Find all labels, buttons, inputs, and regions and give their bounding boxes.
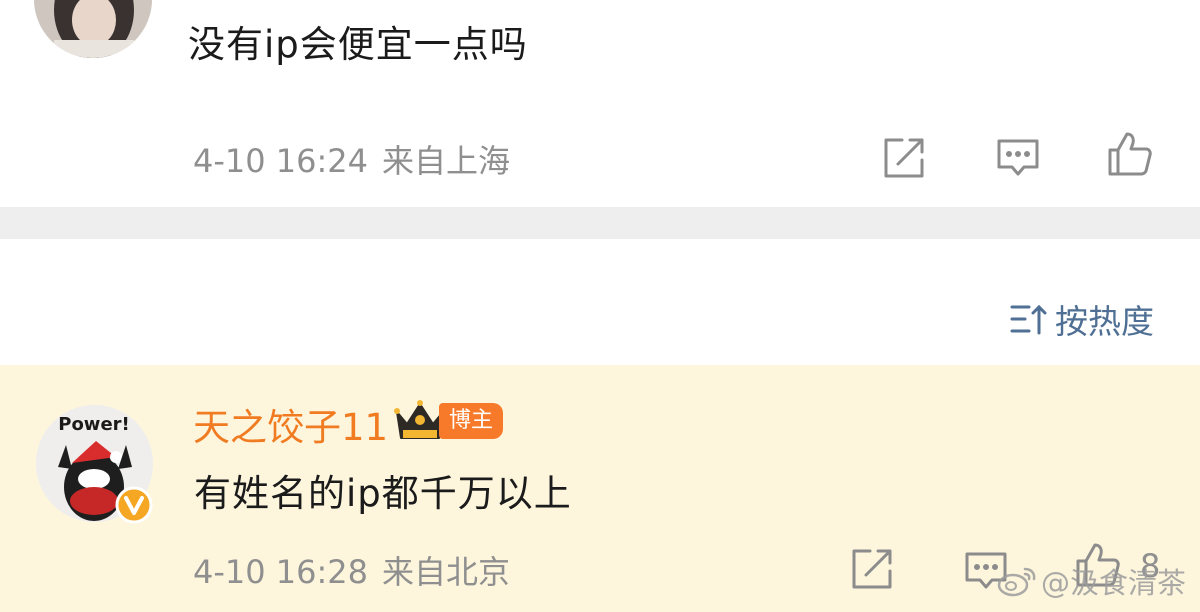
location: 来自上海 — [382, 142, 511, 180]
blogger-badge: 博主 — [439, 403, 504, 439]
timestamp: 4-10 16:24 — [193, 142, 369, 180]
username-link[interactable]: 天之饺子11 — [193, 397, 388, 451]
comment-text: 有姓名的ip都千万以上 — [194, 472, 572, 515]
avatar-photo — [34, 0, 152, 58]
comment-item-1: 没有ip会便宜一点吗 4-10 16:24 来自上海 — [0, 0, 1200, 207]
sort-icon — [1010, 304, 1047, 335]
weibo-logo-icon — [997, 567, 1036, 597]
location: 来自北京 — [382, 553, 511, 591]
watermark: @汲食清茶 — [997, 560, 1186, 602]
comment-text: 没有ip会便宜一点吗 — [188, 23, 528, 66]
svg-text:Power!: Power! — [58, 414, 129, 435]
verified-v-icon — [115, 486, 153, 524]
comment-meta: 4-10 16:24 来自上海 — [193, 136, 510, 182]
timestamp: 4-10 16:28 — [193, 553, 369, 591]
section-divider — [0, 207, 1200, 239]
avatar[interactable]: Power! — [36, 405, 153, 524]
comment-meta: 4-10 16:28 来自北京 — [193, 547, 510, 593]
sort-bar: 按热度 — [0, 239, 1200, 365]
like-icon[interactable] — [1106, 130, 1154, 178]
sort-label: 按热度 — [1055, 302, 1154, 341]
share-icon[interactable] — [848, 545, 896, 593]
avatar[interactable] — [34, 0, 152, 58]
watermark-text: @汲食清茶 — [1040, 566, 1186, 600]
comment-icon[interactable] — [994, 134, 1042, 182]
share-icon[interactable] — [880, 134, 928, 182]
sort-by-hot-button[interactable]: 按热度 — [1009, 295, 1154, 343]
